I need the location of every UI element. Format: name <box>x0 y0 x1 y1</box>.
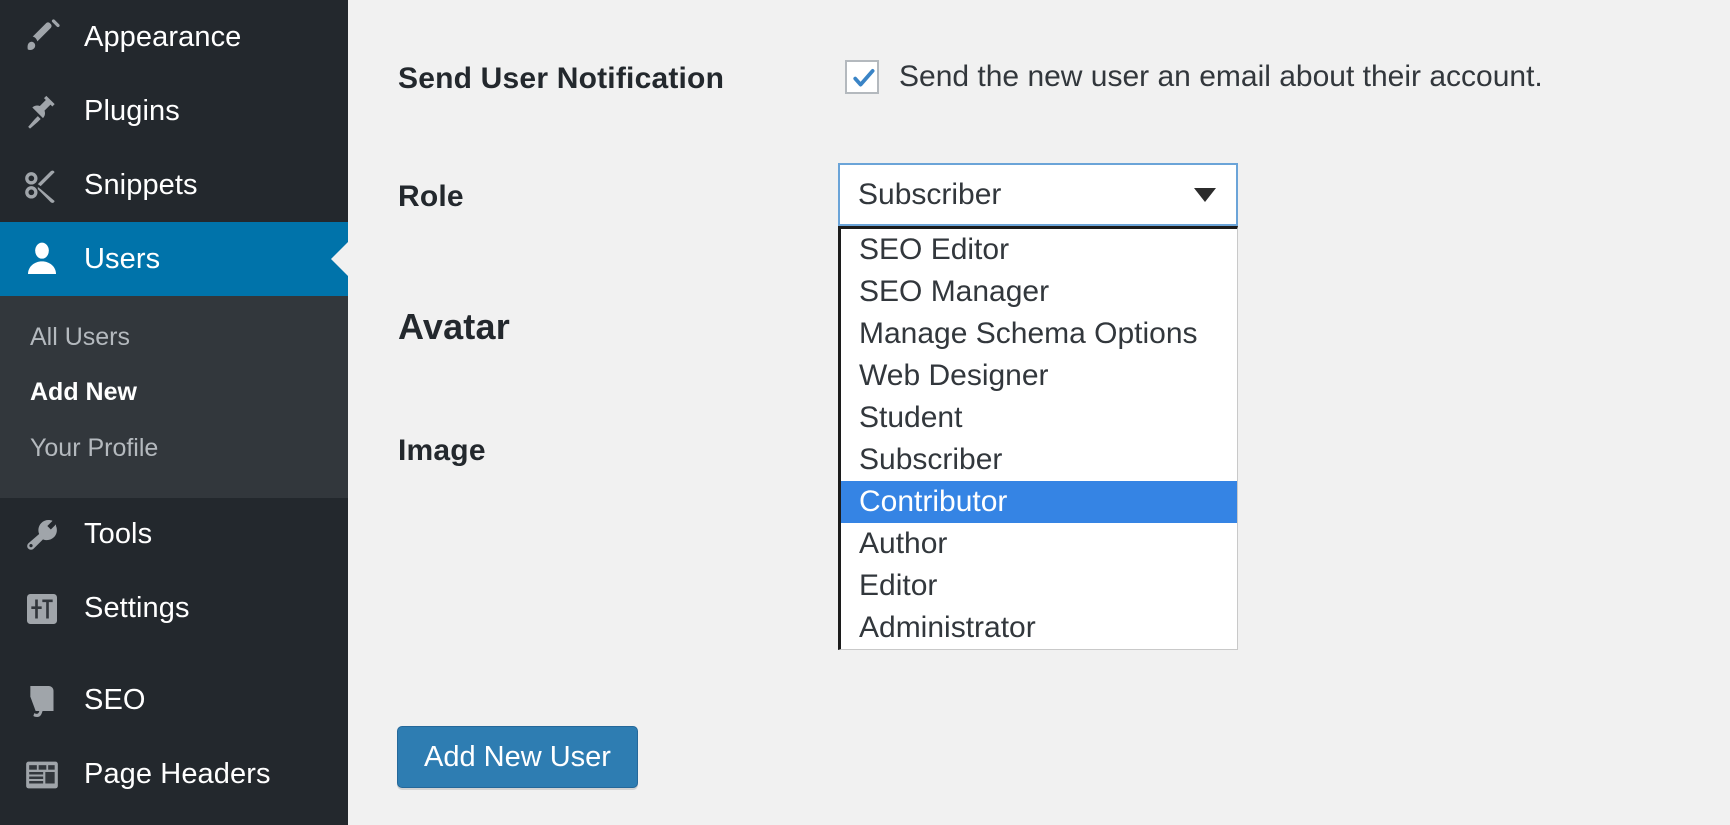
role-select-value: Subscriber <box>858 178 1001 212</box>
sidebar-item-label: Settings <box>84 592 190 625</box>
role-option[interactable]: SEO Editor <box>841 229 1237 271</box>
users-submenu: All Users Add New Your Profile <box>0 296 348 498</box>
scissors-icon <box>20 163 64 207</box>
role-option[interactable]: SEO Manager <box>841 271 1237 313</box>
sidebar-item-label: Plugins <box>84 95 180 128</box>
paintbrush-icon <box>20 15 64 59</box>
sidebar-item-add-new[interactable]: Add New <box>0 365 348 420</box>
sidebar-item-plugins[interactable]: Plugins <box>0 74 348 148</box>
role-option[interactable]: Manage Schema Options <box>841 313 1237 355</box>
wrench-icon <box>20 513 64 557</box>
sliders-icon <box>20 587 64 631</box>
avatar-label: Avatar <box>398 306 510 348</box>
admin-page: Appearance Plugins Snippets Users Al <box>0 0 1730 825</box>
role-option[interactable]: Web Designer <box>841 355 1237 397</box>
page-layout-icon <box>20 753 64 797</box>
send-user-notification-label: Send User Notification <box>398 62 724 96</box>
sidebar-item-tools[interactable]: Tools <box>0 498 348 572</box>
chevron-down-icon[interactable] <box>1194 188 1216 202</box>
yoast-seo-icon <box>20 679 64 723</box>
sidebar-item-your-profile[interactable]: Your Profile <box>0 421 348 476</box>
sidebar-item-label: SEO <box>84 684 146 717</box>
add-new-user-button[interactable]: Add New User <box>397 726 638 788</box>
sidebar-item-settings[interactable]: Settings <box>0 572 348 646</box>
role-option[interactable]: Administrator <box>841 607 1237 649</box>
sidebar-item-label: Snippets <box>84 169 198 202</box>
sidebar-item-users[interactable]: Users <box>0 222 348 296</box>
sidebar-item-label: Appearance <box>84 21 241 54</box>
add-new-user-form: Send User Notification Send the new user… <box>348 0 1730 825</box>
user-icon <box>20 237 64 281</box>
sidebar-item-label: Users <box>84 243 160 276</box>
sidebar-item-label: Page Headers <box>84 758 271 791</box>
sidebar-item-page-headers[interactable]: Page Headers <box>0 738 348 812</box>
role-option[interactable]: Student <box>841 397 1237 439</box>
send-notification-checkbox-label: Send the new user an email about their a… <box>899 60 1543 94</box>
row-role: Role <box>398 180 464 214</box>
role-dropdown-list[interactable]: SEO Editor SEO Manager Manage Schema Opt… <box>838 226 1238 650</box>
sidebar-item-all-users[interactable]: All Users <box>0 310 348 365</box>
row-image: Image <box>398 434 486 468</box>
send-notification-checkbox-group[interactable]: Send the new user an email about their a… <box>845 60 1543 94</box>
row-send-user-notification: Send User Notification <box>398 62 724 96</box>
role-option[interactable]: Author <box>841 523 1237 565</box>
role-option[interactable]: Subscriber <box>841 439 1237 481</box>
menu-separator <box>0 646 348 664</box>
sidebar-item-seo[interactable]: SEO <box>0 664 348 738</box>
role-label: Role <box>398 180 464 214</box>
submit-area: Add New User <box>397 726 638 788</box>
admin-sidebar: Appearance Plugins Snippets Users Al <box>0 0 348 825</box>
image-label: Image <box>398 434 486 468</box>
send-notification-checkbox[interactable] <box>845 60 879 94</box>
role-option-selected[interactable]: Contributor <box>841 481 1237 523</box>
sidebar-item-snippets[interactable]: Snippets <box>0 148 348 222</box>
role-select[interactable]: Subscriber <box>838 163 1238 226</box>
current-menu-notch <box>331 241 349 277</box>
sidebar-item-appearance[interactable]: Appearance <box>0 0 348 74</box>
role-option[interactable]: Editor <box>841 565 1237 607</box>
sidebar-item-label: Tools <box>84 518 152 551</box>
row-avatar: Avatar <box>398 306 510 348</box>
plug-icon <box>20 89 64 133</box>
